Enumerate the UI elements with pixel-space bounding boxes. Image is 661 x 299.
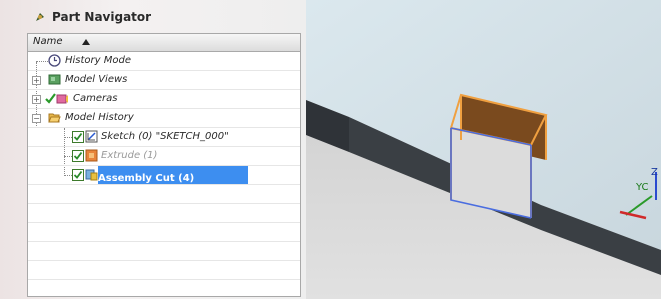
axis-label-z: Z — [651, 167, 658, 178]
part-navigator-panel: Part Navigator Name History Mode + Model… — [0, 0, 306, 299]
navigator-tree[interactable]: Name History Mode + Model Views + Camera… — [27, 33, 301, 297]
folder-open-icon — [48, 113, 61, 123]
visibility-checkbox[interactable] — [72, 150, 84, 162]
tree-row-cameras[interactable]: + Cameras — [28, 90, 300, 109]
panel-header: Part Navigator — [0, 0, 306, 34]
tree-row-model-views[interactable]: + Model Views — [28, 71, 300, 90]
column-header-name[interactable]: Name — [33, 36, 63, 47]
graphics-viewport[interactable]: Z YC — [306, 0, 661, 299]
empty-row — [28, 261, 300, 280]
empty-row — [28, 242, 300, 261]
expand-icon[interactable]: + — [32, 76, 41, 85]
tree-row-label-selected: Assembly Cut (4) — [98, 173, 195, 184]
tree-row-label: Sketch (0) "SKETCH_000" — [101, 131, 229, 142]
column-header[interactable]: Name — [28, 34, 300, 52]
empty-row — [28, 185, 300, 204]
collapse-icon[interactable]: − — [32, 114, 41, 123]
extrude-icon — [85, 149, 98, 162]
expand-icon[interactable]: + — [32, 95, 41, 104]
visibility-checkbox[interactable] — [72, 131, 84, 143]
empty-row — [28, 204, 300, 223]
tree-row-label: History Mode — [65, 55, 132, 66]
part-navigator-icon — [36, 13, 44, 21]
assembly-cut-icon — [85, 169, 98, 181]
tree-row-history-mode[interactable]: History Mode — [28, 52, 300, 71]
panel-title: Part Navigator — [52, 10, 152, 24]
visibility-checkbox[interactable] — [72, 169, 84, 181]
tree-row-sketch[interactable]: Sketch (0) "SKETCH_000" — [28, 128, 300, 147]
axis-label-y: YC — [635, 182, 649, 193]
sketch-icon — [85, 130, 98, 143]
tree-row-model-history[interactable]: − Model History — [28, 109, 300, 128]
clock-icon — [48, 54, 61, 67]
model-render[interactable]: Z YC — [306, 0, 661, 299]
selection-highlight[interactable]: Assembly Cut (4) — [98, 166, 248, 184]
camera-icon — [56, 94, 68, 104]
model-views-icon — [48, 74, 61, 85]
tree-row-label: Extrude (1) — [101, 150, 158, 161]
tree-row-label: Cameras — [73, 93, 118, 104]
empty-row — [28, 223, 300, 242]
empty-row — [28, 280, 300, 296]
sort-ascending-icon[interactable] — [82, 39, 90, 45]
tree-row-extrude[interactable]: Extrude (1) — [28, 147, 300, 166]
tree-row-label: Model Views — [65, 74, 128, 85]
tree-row-label: Model History — [65, 112, 134, 123]
